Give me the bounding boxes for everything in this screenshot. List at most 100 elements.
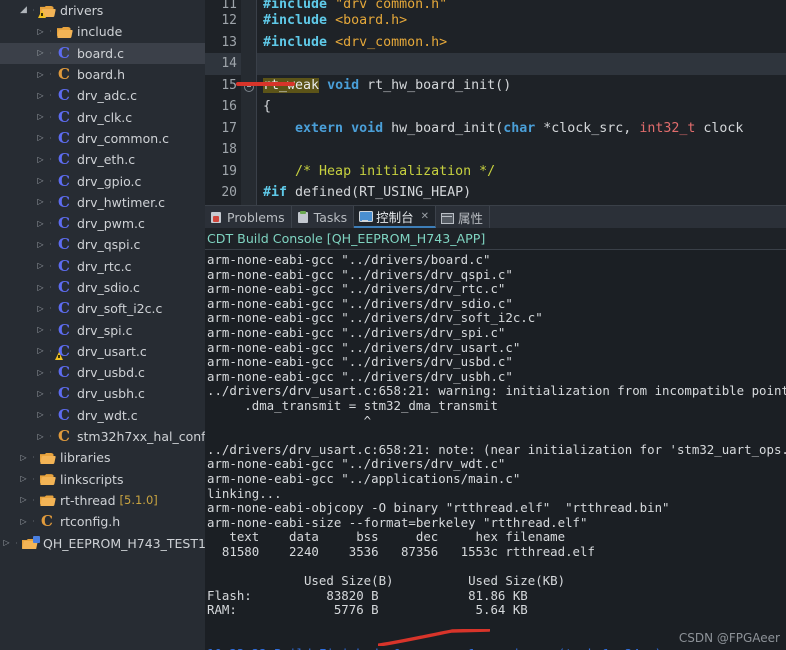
editor-marker-column[interactable] [241, 10, 257, 32]
code-line[interactable]: 11 #include "drv_common.h" [205, 0, 786, 10]
twisty-collapsed-icon[interactable]: ▷ [34, 283, 47, 292]
tree-item-qh-eeprom-h743-test1[interactable]: ▷ · QH_EEPROM_H743_TEST1 [0, 532, 205, 553]
line-number: 13 [221, 34, 237, 50]
tree-item-label: drv_gpio.c [77, 173, 142, 189]
twisty-collapsed-icon[interactable]: ▷ [34, 198, 47, 206]
twisty-collapsed-icon[interactable]: ▷ [34, 240, 47, 249]
tree-item-drv-spi-c[interactable]: ▷ · Cdrv_spi.c [0, 319, 205, 340]
code-editor[interactable]: 11 #include "drv_common.h" 12 #include <boa… [205, 0, 786, 205]
editor-marker-column[interactable] [241, 139, 257, 161]
twisty-collapsed-icon[interactable]: ▷ [0, 539, 13, 547]
console-line: arm-none-eabi-gcc "../drivers/drv_qspi.c… [207, 266, 513, 282]
twisty-collapsed-icon[interactable]: ▷ [34, 27, 47, 36]
tree-item-board-h[interactable]: ▷ · Cboard.h [0, 64, 205, 85]
tab-console[interactable]: 控制台 ✕ [354, 206, 437, 228]
tree-item-rt-thread[interactable]: ▷ · rt-thread [5.1.0] [0, 490, 205, 511]
highlighted-token: rt_weak [263, 77, 320, 93]
tree-item-drv-clk-c[interactable]: ▷ · Cdrv_clk.c [0, 106, 205, 127]
twisty-collapsed-icon[interactable]: ▷ [34, 411, 47, 419]
console-line: arm-none-eabi-size --format=berkeley "rt… [207, 514, 588, 530]
twisty-collapsed-icon[interactable]: ▷ [34, 219, 47, 228]
tree-item-libraries[interactable]: ▷ · libraries [0, 447, 205, 468]
code-fold-icon[interactable] [244, 81, 254, 92]
twisty-collapsed-icon[interactable]: ▷ [34, 326, 47, 334]
code-line[interactable]: 13 #include <drv_common.h> [205, 31, 786, 53]
tree-item-include[interactable]: ▷ · include [0, 21, 205, 42]
twisty-collapsed-icon[interactable]: ▷ [34, 368, 47, 377]
tree-item-drivers[interactable]: ◢ · drivers [0, 0, 205, 21]
code-line[interactable]: 20 #if defined(RT_USING_HEAP) [205, 182, 786, 204]
twisty-collapsed-icon[interactable]: ▷ [17, 475, 30, 483]
code-line[interactable]: 15 rt_weak void rt_hw_board_init() [205, 74, 786, 96]
code-line[interactable]: 19 /* Heap initialization */ [205, 160, 786, 182]
twisty-collapsed-icon[interactable]: ▷ [34, 49, 47, 57]
tree-item-drv-soft-i2c-c[interactable]: ▷ · Cdrv_soft_i2c.c [0, 298, 205, 319]
tree-item-drv-sdio-c[interactable]: ▷ · Cdrv_sdio.c [0, 277, 205, 298]
editor-marker-column[interactable] [241, 203, 257, 205]
tree-item-drv-rtc-c[interactable]: ▷ · Cdrv_rtc.c [0, 256, 205, 277]
c-header-glyph: C [41, 512, 53, 531]
console-line: arm-none-eabi-gcc "../drivers/drv_sdio.c… [207, 295, 513, 311]
editor-lines[interactable]: 11 #include "drv_common.h" 12 #include <boa… [205, 0, 786, 205]
tree-item-drv-gpio-c[interactable]: ▷ · Cdrv_gpio.c [0, 170, 205, 191]
editor-marker-column[interactable] [241, 117, 257, 139]
twisty-expanded-icon[interactable]: ◢ [17, 6, 30, 15]
code-line[interactable]: 16 { [205, 96, 786, 118]
tree-item-drv-eth-c[interactable]: ▷ · Cdrv_eth.c [0, 149, 205, 170]
tree-item-stm32h7xx-hal-conf-h[interactable]: ▷ · Cstm32h7xx_hal_conf.h [0, 426, 205, 447]
console-icon [358, 210, 374, 223]
tab-properties[interactable]: 属性 [436, 206, 491, 228]
tree-item-drv-pwm-c[interactable]: ▷ · Cdrv_pwm.c [0, 213, 205, 234]
tree-item-linkscripts[interactable]: ▷ · linkscripts [0, 469, 205, 490]
editor-marker-column[interactable] [241, 182, 257, 204]
editor-marker-column[interactable] [241, 160, 257, 182]
twisty-collapsed-icon[interactable]: ▷ [34, 155, 47, 164]
tree-item-drv-common-c[interactable]: ▷ · Cdrv_common.c [0, 128, 205, 149]
editor-marker-column[interactable] [241, 0, 257, 10]
editor-marker-column[interactable] [241, 96, 257, 118]
tree-item-drv-hwtimer-c[interactable]: ▷ · Cdrv_hwtimer.c [0, 192, 205, 213]
twisty-collapsed-icon[interactable]: ▷ [17, 453, 30, 462]
twisty-collapsed-icon[interactable]: ▷ [34, 432, 47, 441]
editor-marker-column[interactable] [241, 53, 257, 75]
tree-item-drv-adc-c[interactable]: ▷ · Cdrv_adc.c [0, 85, 205, 106]
console-tabbar[interactable]: Problems Tasks 控制台 ✕ 属性 [205, 205, 786, 228]
c-source-icon: C [54, 301, 74, 316]
twisty-collapsed-icon[interactable]: ▷ [34, 177, 47, 185]
code-line[interactable]: 17 extern void hw_board_init(char *clock… [205, 117, 786, 139]
console-line: ^ [207, 412, 372, 428]
tree-item-drv-usbh-c[interactable]: ▷ · Cdrv_usbh.c [0, 383, 205, 404]
tree-item-drv-qspi-c[interactable]: ▷ · Cdrv_qspi.c [0, 234, 205, 255]
editor-marker-column[interactable] [241, 31, 257, 53]
code-line[interactable]: 21 rt_system_heap_init((void *) HEAP_BEG… [205, 203, 786, 205]
tree-item-drv-usart-c[interactable]: ▷ · Cdrv_usart.c [0, 341, 205, 362]
tree-item-board-c[interactable]: ▷ · Cboard.c [0, 42, 205, 64]
tree-item-label: rtconfig.h [60, 514, 121, 530]
tree-item-drv-wdt-c[interactable]: ▷ · Cdrv_wdt.c [0, 405, 205, 426]
twisty-collapsed-icon[interactable]: ▷ [34, 113, 47, 121]
twisty-collapsed-icon[interactable]: ▷ [34, 70, 47, 79]
editor-marker-column[interactable] [241, 74, 257, 96]
console-line: Flash: 83820 B 81.86 KB [207, 587, 528, 603]
twisty-collapsed-icon[interactable]: ▷ [34, 91, 47, 100]
project-explorer-tree[interactable]: ◢ · drivers ▷ · include ▷ · Cboard.c ▷ · Cboard.h ▷ ·… [0, 0, 205, 650]
code-line[interactable]: 18 [205, 139, 786, 161]
close-icon[interactable]: ✕ [418, 211, 429, 222]
twisty-collapsed-icon[interactable]: ▷ [34, 304, 47, 313]
code-line[interactable]: 12 #include <board.h> [205, 10, 786, 32]
tab-problems[interactable]: Problems [205, 206, 292, 228]
folder-icon [54, 26, 74, 38]
twisty-collapsed-icon[interactable]: ▷ [17, 517, 30, 526]
tree-item-rtconfig-h[interactable]: ▷ · Crtconfig.h [0, 511, 205, 532]
twisty-collapsed-icon[interactable]: ▷ [34, 389, 47, 398]
tree-item-label: drv_usbd.c [77, 365, 145, 381]
console-output[interactable]: arm-none-eabi-gcc "../drivers/board.c" ar… [205, 249, 786, 650]
twisty-collapsed-icon[interactable]: ▷ [34, 262, 47, 270]
twisty-collapsed-icon[interactable]: ▷ [34, 347, 47, 355]
tab-tasks[interactable]: Tasks [292, 206, 355, 228]
code-line[interactable]: 14 [205, 53, 786, 75]
tree-item-drv-usbd-c[interactable]: ▷ · Cdrv_usbd.c [0, 362, 205, 383]
twisty-collapsed-icon[interactable]: ▷ [17, 496, 30, 504]
twisty-collapsed-icon[interactable]: ▷ [34, 134, 47, 142]
